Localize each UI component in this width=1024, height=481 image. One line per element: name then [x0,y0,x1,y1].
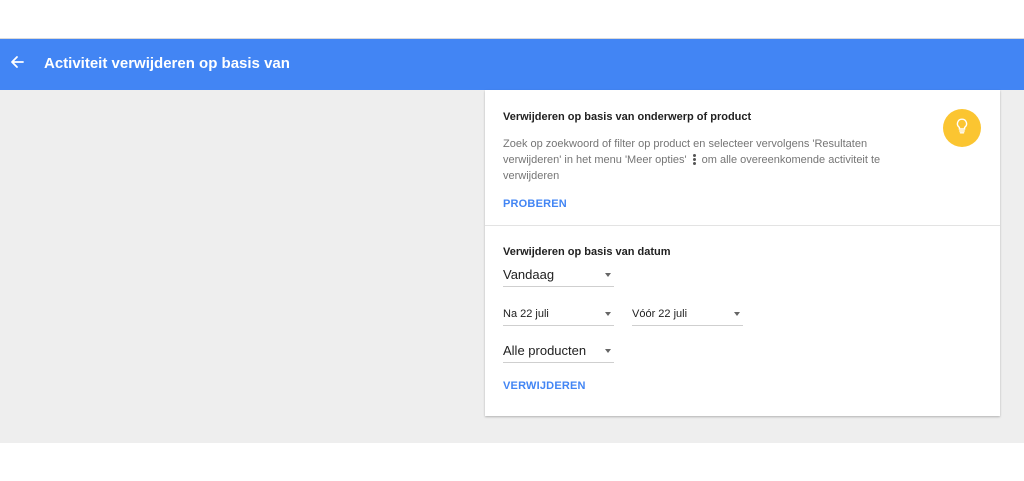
date-range-value: Vandaag [503,267,555,282]
dropdown-arrow-icon [605,349,611,353]
more-vert-icon [692,153,696,165]
delete-options-card: Verwijderen op basis van onderwerp of pr… [485,90,1000,416]
product-value: Alle producten [503,343,587,358]
before-date-select[interactable]: Vóór 22 juli [632,305,743,326]
delete-button[interactable]: VERWIJDEREN [503,380,586,392]
dropdown-arrow-icon [734,312,740,316]
product-delete-section: Verwijderen op basis van onderwerp of pr… [485,90,1000,226]
lightbulb-icon [955,117,969,139]
after-date-select[interactable]: Na 22 juli [503,305,614,326]
date-delete-section: Verwijderen op basis van datum Vandaag N… [485,226,1000,416]
product-select[interactable]: Alle producten [503,340,614,363]
page-title: Activiteit verwijderen op basis van [44,55,290,72]
date-range-select[interactable]: Vandaag [503,264,614,287]
tip-badge [943,109,981,147]
dropdown-arrow-icon [605,273,611,277]
before-date-value: Vóór 22 juli [632,308,688,320]
after-date-value: Na 22 juli [503,308,549,320]
product-section-title: Verwijderen op basis van onderwerp of pr… [503,111,752,123]
try-button[interactable]: PROBEREN [503,198,567,210]
date-section-title: Verwijderen op basis van datum [503,246,671,258]
app-header: Activiteit verwijderen op basis van [0,39,1024,90]
dropdown-arrow-icon [605,312,611,316]
back-button[interactable] [6,52,28,76]
arrow-back-icon [10,55,24,74]
product-section-description: Zoek op zoekwoord of filter op product e… [503,136,893,184]
